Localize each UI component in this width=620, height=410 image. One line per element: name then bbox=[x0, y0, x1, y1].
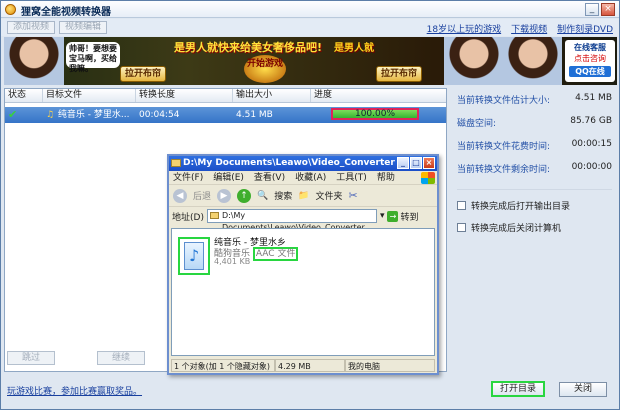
menu-help[interactable]: 帮助 bbox=[377, 171, 395, 184]
status-object-count: 1 个对象(加 1 个隐藏对象) bbox=[171, 359, 275, 372]
explorer-file-area[interactable]: ♪ 纯音乐 - 梦里水乡 酷狗音乐 AAC 文件 4,401 KB bbox=[171, 228, 435, 356]
forward-arrow-icon[interactable]: ▶ bbox=[217, 188, 232, 203]
col-status[interactable]: 状态 bbox=[5, 89, 43, 102]
top-toolbar: 添加视频 视频编辑 18岁以上玩的游戏 下载视频 制作刻录DVD bbox=[1, 19, 619, 36]
col-progress[interactable]: 进度 bbox=[311, 89, 446, 102]
windows-logo-icon bbox=[421, 172, 435, 184]
link-download-video[interactable]: 下载视频 bbox=[511, 22, 547, 35]
explorer-close-button[interactable]: × bbox=[423, 157, 435, 169]
explorer-title: D:\My Documents\Leawo\Video_Converter bbox=[183, 158, 395, 168]
search-icon: 🔍 bbox=[257, 190, 269, 201]
banner-girl-image-far-right bbox=[504, 37, 562, 85]
main-window: 狸窝全能视频转换器 _ × 添加视频 视频编辑 18岁以上玩的游戏 下载视频 制… bbox=[0, 0, 620, 410]
stat-elapsed-time: 当前转换文件花费时间: 00:00:15 bbox=[457, 139, 612, 152]
skip-button[interactable]: 跳过 bbox=[7, 351, 55, 365]
audio-file-icon[interactable]: ♪ bbox=[178, 237, 210, 275]
stat-remaining-time: 当前转换文件剩余时间: 00:00:00 bbox=[457, 162, 612, 175]
explorer-maximize-button[interactable]: □ bbox=[410, 157, 422, 169]
menu-view[interactable]: 查看(V) bbox=[254, 171, 285, 184]
explorer-title-bar[interactable]: D:\My Documents\Leawo\Video_Converter _ … bbox=[169, 156, 437, 171]
open-dir-checkbox[interactable] bbox=[457, 200, 466, 210]
address-input[interactable]: D:\My Documents\Leawo\Video_Converter bbox=[206, 209, 377, 232]
open-directory-button[interactable]: 打开目录 bbox=[491, 381, 545, 397]
row-size: 4.51 MB bbox=[236, 110, 273, 120]
file-size: 4,401 KB bbox=[214, 257, 251, 266]
status-location: 我的电脑 bbox=[345, 359, 435, 372]
add-video-button[interactable]: 添加视频 bbox=[7, 21, 56, 34]
up-folder-icon[interactable]: ↑ bbox=[237, 188, 252, 203]
online-service-link[interactable]: 点击咨询 bbox=[565, 53, 615, 64]
scissors-icon[interactable]: ✂ bbox=[348, 189, 357, 202]
app-logo-icon bbox=[5, 4, 16, 15]
minimize-button[interactable]: _ bbox=[585, 3, 599, 16]
explorer-menu-bar: 文件(F) 编辑(E) 查看(V) 收藏(A) 工具(T) 帮助 bbox=[169, 171, 437, 185]
music-note-icon: ♪ bbox=[189, 246, 200, 265]
stat-estimated-size: 当前转换文件估计大小: 4.51 MB bbox=[457, 93, 612, 106]
top-links: 18岁以上玩的游戏 下载视频 制作刻录DVD bbox=[427, 22, 613, 35]
banner-start-game[interactable]: 开始游戏 bbox=[244, 55, 286, 83]
progress-text: 100.00% bbox=[354, 109, 396, 119]
row-length: 00:04:54 bbox=[139, 110, 180, 120]
list-header: 状态 目标文件 转换长度 输出大小 进度 bbox=[5, 89, 446, 103]
window-title: 狸窝全能视频转换器 bbox=[21, 7, 111, 18]
explorer-toolbar: ◀ 后退 ▶ ↑ 🔍 搜索 📁 文件夹 ✂ bbox=[169, 185, 437, 207]
menu-tools[interactable]: 工具(T) bbox=[336, 171, 367, 184]
banner-speech-bubble: 帅哥！要想要宝马啊，买给我嘛。 bbox=[66, 42, 120, 73]
edit-video-button[interactable]: 视频编辑 bbox=[59, 21, 108, 34]
close-button[interactable]: 关闭 bbox=[559, 382, 607, 397]
col-target-file[interactable]: 目标文件 bbox=[43, 89, 136, 102]
col-length[interactable]: 转换长度 bbox=[136, 89, 233, 102]
menu-favorites[interactable]: 收藏(A) bbox=[295, 171, 326, 184]
stat-disk-space: 磁盘空间: 85.76 GB bbox=[457, 116, 612, 129]
online-service-title: 在线客服 bbox=[574, 43, 606, 52]
link-games[interactable]: 18岁以上玩的游戏 bbox=[427, 22, 501, 35]
banner-girl-image-right bbox=[444, 37, 504, 85]
banner-curtain-button-right[interactable]: 拉开布帘 bbox=[376, 66, 423, 82]
search-button[interactable]: 搜索 bbox=[274, 189, 292, 202]
menu-edit[interactable]: 编辑(E) bbox=[213, 171, 244, 184]
progress-bar: 100.00% bbox=[331, 108, 419, 120]
back-arrow-icon[interactable]: ◀ bbox=[173, 188, 187, 203]
ad-banner[interactable]: 帅哥！要想要宝马啊，买给我嘛。 拉开布帘 是男人就快来给美女奢侈品吧! 开始游戏… bbox=[4, 37, 617, 85]
file-type: AAC 文件 bbox=[252, 247, 299, 261]
explorer-status-bar: 1 个对象(加 1 个隐藏对象) 4.29 MB 我的电脑 bbox=[171, 359, 435, 372]
close-window-button[interactable]: × bbox=[601, 3, 615, 16]
check-icon: ✔ bbox=[8, 108, 18, 121]
folder-icon bbox=[171, 159, 181, 167]
table-row[interactable]: ✔ ♫ 纯音乐 - 梦里水... 00:04:54 4.51 MB 100.00… bbox=[5, 107, 446, 123]
folders-button[interactable]: 文件夹 bbox=[315, 189, 342, 202]
qq-online-badge[interactable]: QQ在线 bbox=[569, 66, 611, 77]
option-open-output-dir[interactable]: 转换完成后打开输出目录 bbox=[457, 194, 612, 216]
address-dropdown-icon[interactable]: ▾ bbox=[380, 211, 385, 221]
row-target-file: 纯音乐 - 梦里水... bbox=[57, 110, 130, 120]
banner-curtain-button-left[interactable]: 拉开布帘 bbox=[120, 66, 167, 82]
online-service-box[interactable]: 在线客服 点击咨询 QQ在线 bbox=[565, 40, 615, 82]
back-button[interactable]: 后退 bbox=[193, 189, 211, 202]
explorer-window[interactable]: D:\My Documents\Leawo\Video_Converter _ … bbox=[167, 154, 439, 375]
link-burn-dvd[interactable]: 制作刻录DVD bbox=[557, 22, 613, 35]
status-size: 4.29 MB bbox=[275, 359, 345, 372]
title-bar: 狸窝全能视频转换器 _ × bbox=[1, 1, 619, 18]
divider bbox=[457, 189, 612, 190]
folders-icon: 📁 bbox=[298, 190, 310, 201]
shutdown-checkbox[interactable] bbox=[457, 222, 466, 232]
window-controls: _ × bbox=[585, 3, 615, 16]
banner-flag-text: 是男人就 bbox=[334, 43, 374, 54]
explorer-minimize-button[interactable]: _ bbox=[397, 157, 409, 169]
col-output-size[interactable]: 输出大小 bbox=[233, 89, 311, 102]
address-folder-icon bbox=[209, 212, 219, 219]
go-button[interactable]: → 转到 bbox=[387, 210, 419, 223]
stats-panel: 当前转换文件估计大小: 4.51 MB 磁盘空间: 85.76 GB 当前转换文件花… bbox=[457, 93, 612, 238]
continue-button[interactable]: 继续 bbox=[97, 351, 145, 365]
footer-promo-link[interactable]: 玩游戏比赛，参加比赛赢取奖品。 bbox=[7, 384, 142, 397]
banner-girl-image-left bbox=[4, 37, 64, 85]
address-label: 地址(D) bbox=[172, 212, 204, 223]
go-arrow-icon: → bbox=[387, 210, 399, 222]
address-bar: 地址(D) D:\My Documents\Leawo\Video_Conver… bbox=[169, 207, 437, 232]
banner-slogan: 是男人就快来给美女奢侈品吧! bbox=[174, 41, 323, 54]
music-note-icon: ♫ bbox=[46, 110, 55, 120]
option-shutdown[interactable]: 转换完成后关闭计算机 bbox=[457, 216, 612, 238]
menu-file[interactable]: 文件(F) bbox=[173, 171, 203, 184]
explorer-window-controls: _ □ × bbox=[397, 157, 435, 169]
